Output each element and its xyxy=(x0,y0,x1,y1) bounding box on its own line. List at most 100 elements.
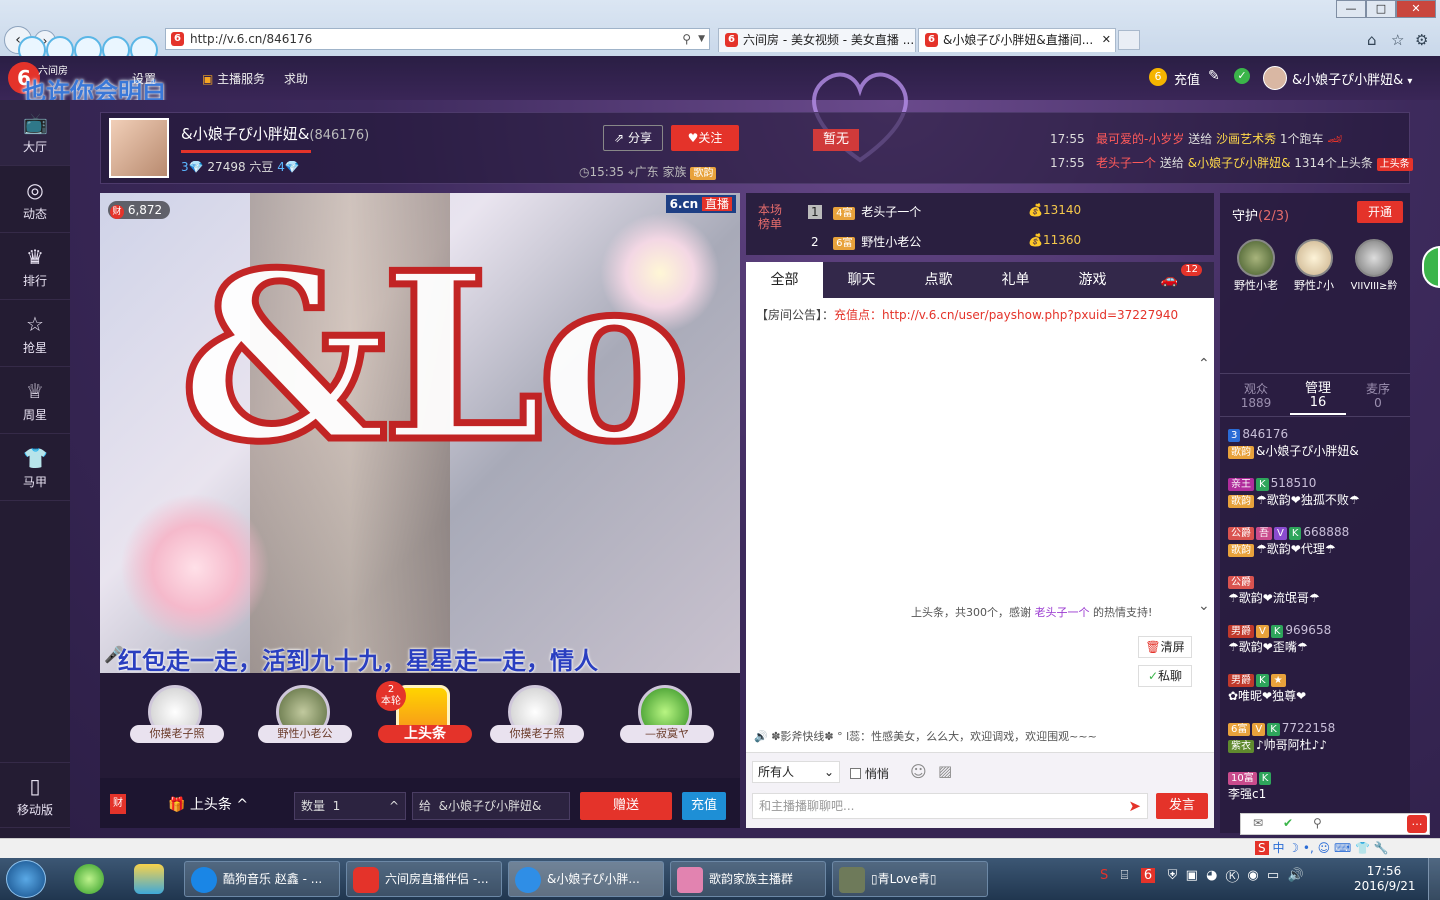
browser-tab-2[interactable]: 6 &小娘子ぴ小胖妞&直播间... ✕ xyxy=(918,28,1116,52)
send-message-button[interactable]: 发言 xyxy=(1156,793,1208,819)
taskbar-item[interactable]: ▯青Love青▯ xyxy=(832,861,988,897)
keyboard-icon[interactable]: ⌨ xyxy=(1334,841,1351,855)
recharge-button[interactable]: 充值 xyxy=(682,792,726,820)
gift-item[interactable]: —寂寞ヤ xyxy=(620,685,714,743)
live-video[interactable]: 财 6,872 6.cn 直播 &Lo 🎤 红包走一走，活到九十九，星星走一走，… xyxy=(100,193,740,673)
fortune-badge[interactable]: 财 6,872 xyxy=(108,201,171,219)
admin-row[interactable]: 男爵 V K 969658 ☂歌韵❤歪嘴☂ xyxy=(1228,623,1403,655)
anchor-avatar[interactable] xyxy=(109,118,169,178)
image-icon[interactable]: ▨ xyxy=(938,762,952,780)
recipient-select[interactable]: 所有人 ⌄ xyxy=(752,761,840,783)
app-tray-icon-2[interactable]: ◉ xyxy=(1247,868,1258,883)
check-icon[interactable]: ✔ xyxy=(1283,816,1293,830)
ime-mode[interactable]: 中 xyxy=(1272,841,1284,855)
taskbar-item[interactable]: 酷狗音乐 赵鑫 - ... xyxy=(184,861,340,897)
send-arrow-icon[interactable]: ➤ xyxy=(1128,794,1141,818)
close-tab-icon[interactable]: ✕ xyxy=(1102,29,1111,51)
tab-gift-list[interactable]: 礼单 xyxy=(977,262,1054,298)
monitor-icon[interactable]: ▭ xyxy=(1267,868,1279,883)
tab-song[interactable]: 点歌 xyxy=(900,262,977,298)
tools-gear-icon[interactable]: ⚙ xyxy=(1415,31,1428,49)
feed-from[interactable]: 最可爱的-小岁岁 xyxy=(1096,132,1184,146)
sidebar-item-hall[interactable]: 📺 大厅 xyxy=(0,100,70,166)
admin-row[interactable]: 公爵 ☂歌韵❤流氓哥☂ xyxy=(1228,574,1403,606)
whisper-checkbox[interactable]: 悄悄 xyxy=(850,765,889,782)
check-icon[interactable]: ✓ xyxy=(1234,68,1250,84)
tab-audience[interactable]: 观众 1889 xyxy=(1228,382,1284,410)
admin-row[interactable]: 公爵吾 V K 668888 歌韵 ☂歌韵❤代理☂ xyxy=(1228,525,1403,557)
start-button[interactable] xyxy=(6,860,46,898)
admin-row[interactable]: 亲王 K 518510 歌韵 ☂歌韵❤独孤不败☂ xyxy=(1228,476,1403,508)
tab-game[interactable]: 游戏 xyxy=(1054,262,1131,298)
admin-row[interactable]: 3 846176 歌韵 &小娘子ぴ小胖妞& xyxy=(1228,427,1403,459)
fortune-button[interactable]: 财 xyxy=(110,794,126,814)
admin-row[interactable]: 男爵 K ★ ✿唯昵❤独尊❤ xyxy=(1228,672,1403,704)
ranking-row[interactable]: 1 4富 老头子一个 💰13140 xyxy=(808,203,1208,220)
gift-item-headline[interactable]: 2 本轮 上头条 xyxy=(376,681,472,743)
home-icon[interactable]: ⌂ xyxy=(1367,31,1377,49)
follow-button[interactable]: ♥关注 xyxy=(671,125,739,151)
six-room-tray-icon[interactable]: 6 xyxy=(1140,868,1156,883)
notice-link[interactable]: http://v.6.cn/user/payshow.php?pxuid=372… xyxy=(882,308,1178,322)
tab-mic-queue[interactable]: 麦序 0 xyxy=(1350,382,1406,410)
wrench-icon[interactable]: 🔧 xyxy=(1374,841,1389,855)
scroll-down-icon[interactable]: ⌄ xyxy=(1198,598,1210,614)
shirt-icon[interactable]: 👕 xyxy=(1355,841,1370,855)
taskbar-item[interactable]: 歌韵家族主播群 xyxy=(670,861,826,897)
gift-message-user[interactable]: 老头子一个 xyxy=(1035,606,1090,619)
sidebar-item-ranking[interactable]: ♛ 排行 xyxy=(0,234,70,300)
shield-icon[interactable]: ⛨ xyxy=(1168,868,1178,883)
kugou-tray-icon[interactable]: Ⓚ xyxy=(1226,868,1239,883)
close-window-button[interactable]: ✕ xyxy=(1396,0,1436,18)
user-avatar[interactable] xyxy=(1263,66,1287,90)
address-bar[interactable]: 6 http://v.6.cn/846176 ⚲ ▼ xyxy=(165,28,710,50)
minimize-button[interactable]: — xyxy=(1336,0,1366,18)
private-chat-button[interactable]: ✓私聊 xyxy=(1138,665,1192,687)
emoji-icon[interactable]: ☺ xyxy=(910,762,927,781)
admin-row[interactable]: 6富 V K 7722158 紫衣 ♪帅哥阿杜♪♪ xyxy=(1228,721,1403,753)
help-link[interactable]: 求助 xyxy=(284,70,308,87)
search-icon[interactable]: ⚲ xyxy=(682,29,691,49)
family-badge[interactable]: 歌韵 xyxy=(690,167,717,180)
sidebar-item-vest[interactable]: 👕 马甲 xyxy=(0,435,70,501)
send-gift-button[interactable]: 赠送 xyxy=(580,792,672,820)
new-tab-button[interactable] xyxy=(1118,30,1140,50)
share-button[interactable]: ⇗ 分享 xyxy=(603,125,663,151)
moon-icon[interactable]: ☽ xyxy=(1288,841,1299,855)
feed-to[interactable]: &小娘子ぴ小胖妞& xyxy=(1188,156,1291,170)
sidebar-item-weekly-star[interactable]: ♕ 周星 xyxy=(0,368,70,434)
media-player-icon[interactable] xyxy=(134,864,164,894)
clock[interactable]: 17:56 2016/9/21 xyxy=(1354,864,1416,894)
sidebar-item-mobile[interactable]: ▯ 移动版 xyxy=(0,762,70,828)
sidebar-item-grab-star[interactable]: ☆ 抢星 xyxy=(0,301,70,367)
user-menu[interactable]: &小娘子ぴ小胖妞& ▾ xyxy=(1292,69,1412,88)
tab-car[interactable]: 🚗 12 xyxy=(1131,262,1208,298)
guard-member[interactable]: VIIVIII≥黔 xyxy=(1344,239,1404,292)
chat-input[interactable]: 和主播播聊聊吧... ➤ xyxy=(752,793,1148,819)
gift-item[interactable]: 你摸老子照 xyxy=(490,685,584,743)
feed-from[interactable]: 老头子一个 xyxy=(1096,156,1156,170)
network-icon[interactable]: ⌸ xyxy=(1121,868,1129,883)
address-dropdown-icon[interactable]: ▼ xyxy=(698,29,705,49)
scroll-up-icon[interactable]: ⌃ xyxy=(1198,356,1210,372)
tab-chat[interactable]: 聊天 xyxy=(823,262,900,298)
quantity-field[interactable]: 数量 1 ^ xyxy=(294,792,406,820)
maximize-button[interactable]: □ xyxy=(1366,0,1396,18)
smile-icon[interactable]: ☺ xyxy=(1318,841,1331,855)
anchor-service-link[interactable]: ▣ 主播服务 xyxy=(202,70,265,87)
message-icon[interactable]: … xyxy=(1407,815,1427,833)
tab-all[interactable]: 全部 xyxy=(746,262,823,298)
sogou-icon[interactable]: S xyxy=(1255,841,1269,855)
show-desktop-button[interactable] xyxy=(1428,858,1440,900)
gift-item[interactable]: 你摸老子照 xyxy=(130,685,224,743)
gift-selector[interactable]: 🎁 上头条 ^ xyxy=(168,794,248,814)
recipient-field[interactable]: 给 &小娘子ぴ小胖妞& xyxy=(412,792,570,820)
taskbar-item[interactable]: 六间房直播伴侣 -... xyxy=(346,861,502,897)
mail-icon[interactable]: ✉ xyxy=(1253,816,1263,830)
zoom-icon[interactable]: ⚲ xyxy=(1313,816,1322,830)
volume-icon[interactable]: 🔊 xyxy=(1287,868,1303,883)
browser-tab-1[interactable]: 6 六间房 - 美女视频 - 美女直播 ... xyxy=(718,28,916,52)
gift-item[interactable]: 野性小老公 xyxy=(258,685,352,743)
clear-screen-button[interactable]: 🗑清屏 xyxy=(1138,636,1192,658)
checkbox-box[interactable] xyxy=(850,768,861,779)
